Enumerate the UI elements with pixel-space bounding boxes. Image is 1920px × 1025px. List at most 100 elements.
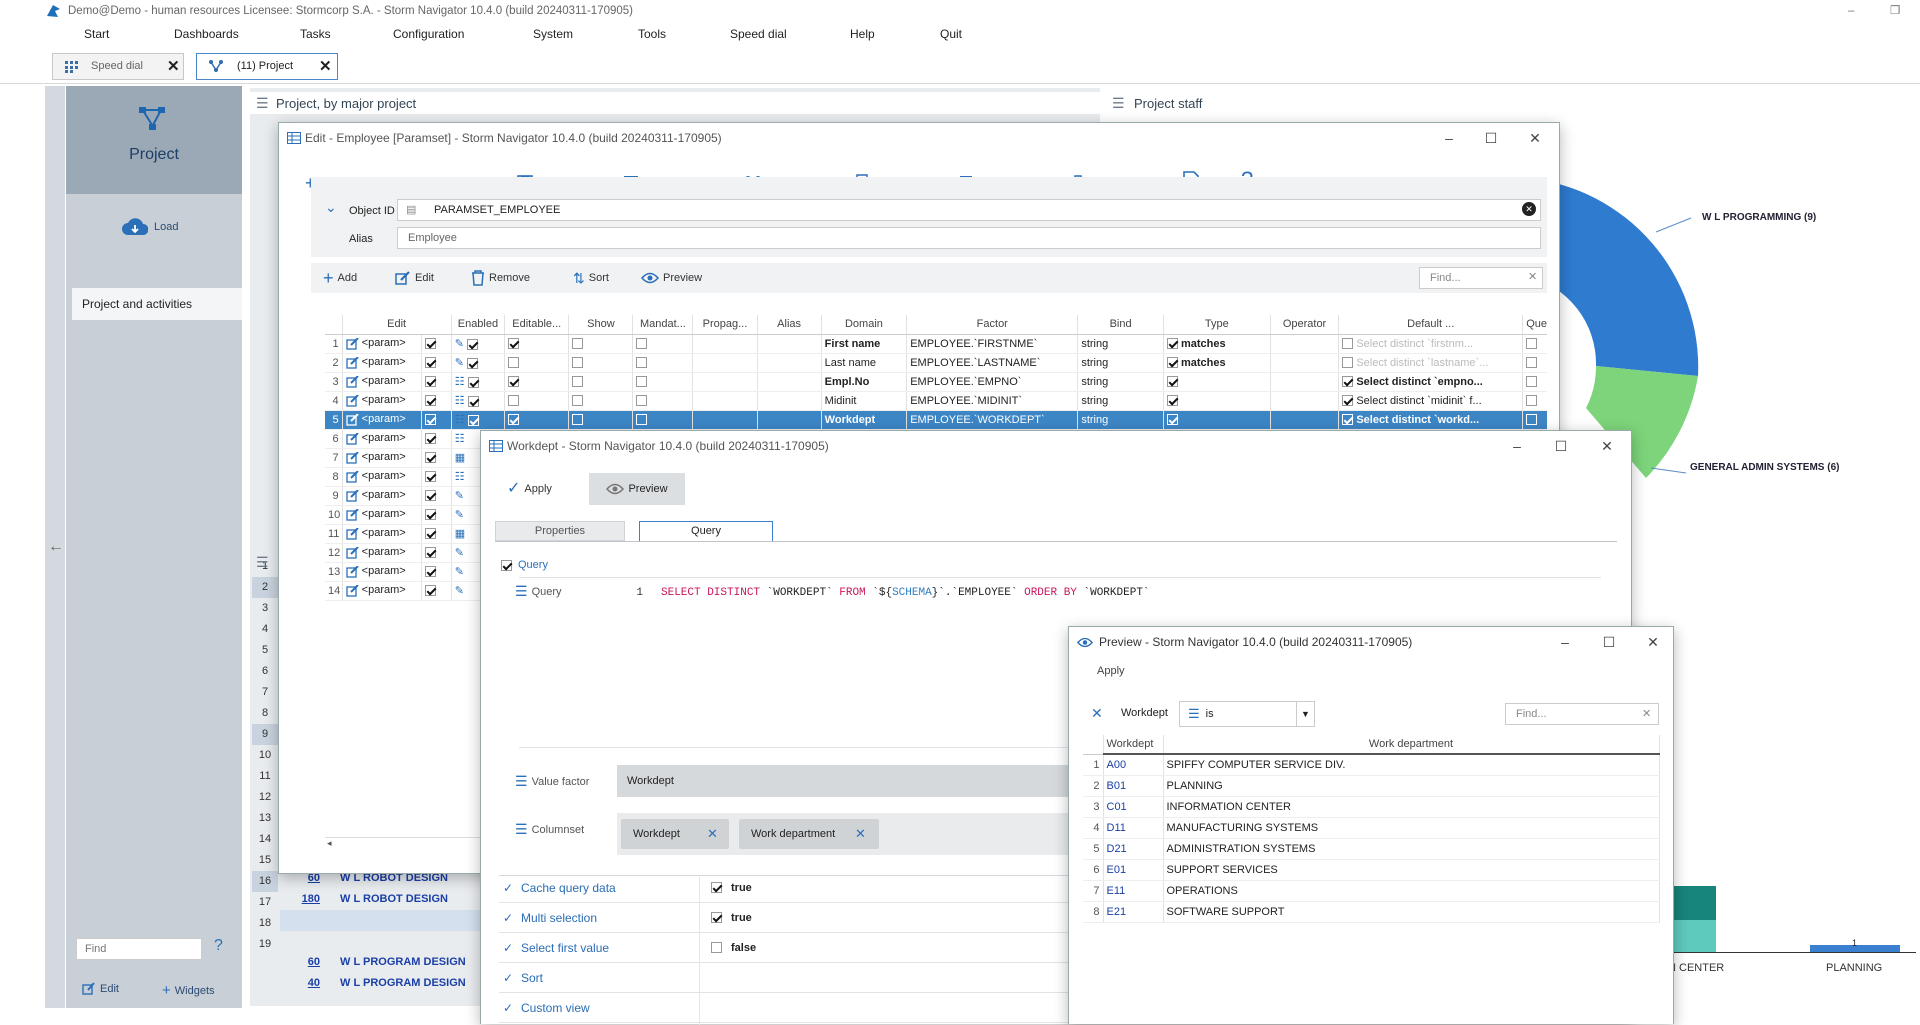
- preview-row[interactable]: 8 E21 SOFTWARE SUPPORT: [1083, 901, 1660, 923]
- operator-checkbox[interactable]: [1166, 338, 1178, 350]
- tab-query[interactable]: Query: [639, 521, 773, 541]
- maximize-icon[interactable]: ☐: [1589, 627, 1629, 657]
- workdept-code[interactable]: E11: [1103, 880, 1164, 902]
- enabled-cell[interactable]: [421, 467, 452, 487]
- query-cell[interactable]: Select distinct `empno...: [1338, 372, 1524, 392]
- operator-cell[interactable]: matches: [1163, 334, 1271, 354]
- enabled-checkbox[interactable]: [424, 509, 436, 521]
- mandatory-cell[interactable]: [568, 334, 634, 354]
- column-header-enabled[interactable]: Enabled: [451, 315, 506, 335]
- enabled-checkbox[interactable]: [424, 395, 436, 407]
- close-icon[interactable]: ✕: [319, 54, 332, 79]
- column-header-edit[interactable]: Edit: [342, 315, 452, 335]
- operator-cell[interactable]: [1163, 372, 1271, 392]
- column-header-propagate[interactable]: Propag...: [692, 315, 758, 335]
- enabled-checkbox[interactable]: [424, 433, 436, 445]
- preview-row[interactable]: 6 E01 SUPPORT SERVICES: [1083, 859, 1660, 881]
- show-checkbox[interactable]: [508, 357, 520, 369]
- menu-help[interactable]: Help: [850, 22, 875, 46]
- editable-cell[interactable]: ☷: [451, 410, 506, 430]
- mandatory-cell[interactable]: [568, 353, 634, 373]
- minimize-icon[interactable]: –: [1497, 431, 1537, 461]
- enabled-cell[interactable]: [421, 353, 452, 373]
- operator-checkbox[interactable]: [1166, 395, 1178, 407]
- edit-cell[interactable]: <param>: [342, 505, 422, 525]
- query-checkbox[interactable]: [1342, 395, 1354, 407]
- operator-cell[interactable]: [1163, 391, 1271, 411]
- show-cell[interactable]: [504, 372, 570, 392]
- preview-find-input[interactable]: Find... ✕: [1505, 703, 1659, 725]
- edit-icon[interactable]: [345, 394, 359, 407]
- show-cell[interactable]: [504, 334, 570, 354]
- edit-cell[interactable]: <param>: [342, 429, 422, 449]
- editable-checkbox[interactable]: [467, 414, 479, 426]
- query-cell[interactable]: Select distinct `workd...: [1338, 410, 1524, 430]
- load-button[interactable]: Load: [122, 216, 178, 238]
- enabled-checkbox[interactable]: [424, 585, 436, 597]
- editable-checkbox[interactable]: [467, 395, 479, 407]
- minimize-icon[interactable]: –: [1429, 123, 1469, 153]
- enabled-checkbox[interactable]: [424, 528, 436, 540]
- arrow-left-icon[interactable]: ←: [48, 538, 64, 556]
- add-param-button[interactable]: + Add: [323, 266, 357, 290]
- workdept-code[interactable]: A00: [1103, 754, 1164, 776]
- show-checkbox[interactable]: [508, 338, 520, 350]
- sc-cell[interactable]: [1522, 334, 1547, 354]
- edit-cell[interactable]: <param>: [342, 353, 422, 373]
- preview-row[interactable]: 7 E11 OPERATIONS: [1083, 880, 1660, 902]
- property-checkbox[interactable]: [711, 942, 722, 953]
- editable-checkbox[interactable]: [466, 338, 478, 350]
- param-row[interactable]: 4 <param> ☷ Midinit EMPLOYEE.`MIDINIT` stri…: [325, 391, 1547, 411]
- column-header-default[interactable]: Default ...: [1338, 315, 1524, 335]
- menu-tasks[interactable]: Tasks: [300, 22, 331, 46]
- sc-checkbox[interactable]: [1526, 376, 1538, 388]
- param-row[interactable]: 1 <param> ✎ First name EMPLOYEE.`FIRSTNME`…: [325, 334, 1547, 354]
- remove-chip-icon[interactable]: ✕: [855, 819, 866, 849]
- edit-param-button[interactable]: Edit: [395, 266, 434, 290]
- window-restore-icon[interactable]: ❐: [1890, 0, 1900, 22]
- propagate-cell[interactable]: [632, 334, 694, 354]
- enabled-cell[interactable]: [421, 410, 452, 430]
- workdept-code[interactable]: D21: [1103, 838, 1164, 860]
- help-icon[interactable]: ?: [214, 937, 223, 955]
- hamburger-icon[interactable]: ☰: [1112, 95, 1125, 112]
- menu-start[interactable]: Start: [84, 22, 109, 46]
- property-row[interactable]: ✓ Sort: [499, 963, 1099, 993]
- operator-checkbox[interactable]: [1166, 414, 1178, 426]
- sort-button[interactable]: ⇅ Sort: [573, 266, 609, 290]
- show-checkbox[interactable]: [508, 414, 520, 426]
- enabled-checkbox[interactable]: [424, 471, 436, 483]
- hamburger-icon[interactable]: ☰: [256, 554, 269, 571]
- column-header-alias[interactable]: Alias: [757, 315, 822, 335]
- query-checkbox[interactable]: [1342, 376, 1354, 388]
- clear-icon[interactable]: ✕: [1522, 202, 1536, 216]
- menu-dashboards[interactable]: Dashboards: [174, 22, 239, 46]
- show-cell[interactable]: [504, 410, 570, 430]
- param-row[interactable]: 3 <param> ☷ Empl.No EMPLOYEE.`EMPNO` string…: [325, 372, 1547, 392]
- collapse-chevron-icon[interactable]: ⌄: [325, 199, 337, 216]
- editable-checkbox[interactable]: [467, 376, 479, 388]
- enabled-checkbox[interactable]: [424, 376, 436, 388]
- mandatory-checkbox[interactable]: [572, 357, 584, 369]
- row-value-link[interactable]: 60: [280, 952, 320, 973]
- property-row[interactable]: ✓ Select first value false: [499, 933, 1099, 963]
- preview-row[interactable]: 4 D11 MANUFACTURING SYSTEMS: [1083, 817, 1660, 839]
- mandatory-cell[interactable]: [568, 391, 634, 411]
- enabled-cell[interactable]: [421, 562, 452, 582]
- enabled-checkbox[interactable]: [424, 357, 436, 369]
- propagate-cell[interactable]: [632, 391, 694, 411]
- editable-cell[interactable]: ✎: [451, 334, 506, 354]
- clear-icon[interactable]: ✕: [1642, 707, 1651, 720]
- preview-row[interactable]: 5 D21 ADMINISTRATION SYSTEMS: [1083, 838, 1660, 860]
- mandatory-checkbox[interactable]: [572, 395, 584, 407]
- workdept-code[interactable]: E01: [1103, 859, 1164, 881]
- hamburger-icon[interactable]: ☰: [515, 773, 528, 790]
- mandatory-checkbox[interactable]: [572, 376, 584, 388]
- mandatory-cell[interactable]: [568, 410, 634, 430]
- edit-icon[interactable]: [345, 356, 359, 369]
- editable-cell[interactable]: ✎: [451, 353, 506, 373]
- editable-checkbox[interactable]: [466, 357, 478, 369]
- column-header-factor[interactable]: Factor: [906, 315, 1079, 335]
- clear-icon[interactable]: ✕: [1528, 270, 1537, 283]
- menu-system[interactable]: System: [533, 22, 573, 46]
